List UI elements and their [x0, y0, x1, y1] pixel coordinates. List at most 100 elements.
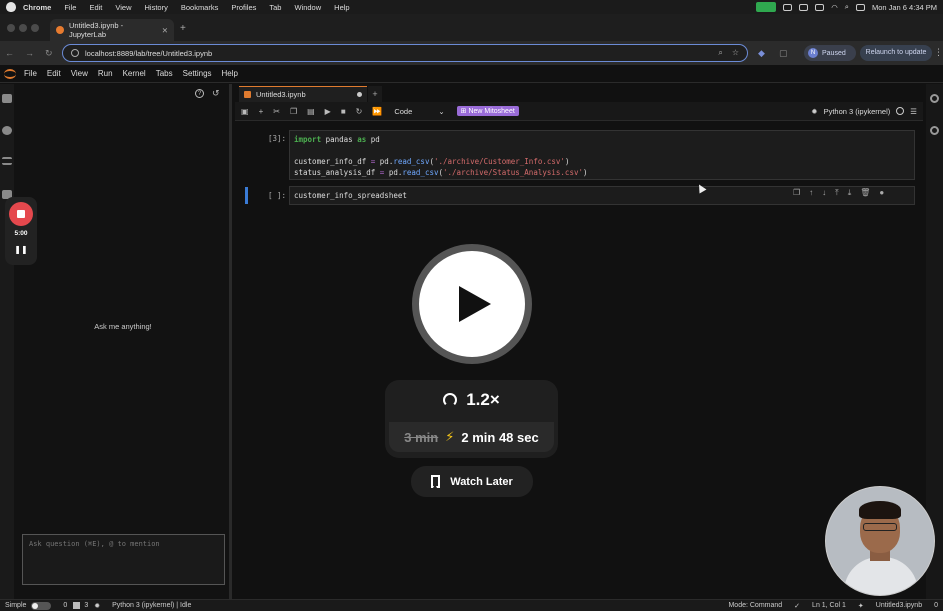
property-inspector-icon[interactable] — [930, 94, 939, 103]
forward-arrow-icon[interactable]: → — [25, 48, 34, 58]
lightbulb-icon[interactable]: ● — [879, 188, 884, 198]
address-bar[interactable]: localhost:8889/lab/tree/Untitled3.ipynb … — [62, 44, 748, 62]
unsaved-dot-icon[interactable] — [357, 92, 362, 97]
menubar-item-window[interactable]: Window — [294, 3, 321, 12]
kernel-count[interactable]: 3 — [84, 602, 88, 609]
jupyter-menu-run[interactable]: Run — [98, 69, 113, 78]
terminal-count[interactable]: 0 — [63, 602, 67, 609]
save-icon[interactable]: ▣ — [241, 107, 249, 116]
copy-icon[interactable]: ❐ — [290, 107, 297, 116]
playback-speed-card[interactable]: 1.2× 3 min ⚡ 2 min 48 sec — [385, 380, 558, 458]
jupyter-menu-help[interactable]: Help — [222, 69, 238, 78]
menubar-item-edit[interactable]: Edit — [89, 3, 102, 12]
help-icon[interactable]: ? — [195, 89, 204, 98]
browser-tab-jupyterlab[interactable]: Untitled3.ipynb - JupyterLab ✕ — [50, 19, 174, 41]
close-tab-icon[interactable]: ✕ — [162, 26, 168, 35]
menubar-clock[interactable]: Mon Jan 6 4:34 PM — [872, 3, 937, 12]
menubar-item-history[interactable]: History — [145, 3, 168, 12]
jupyter-menu-tabs[interactable]: Tabs — [156, 69, 173, 78]
kernel-name[interactable]: Python 3 (ipykernel) — [824, 107, 891, 116]
terminal-icon[interactable] — [73, 602, 81, 609]
apple-logo-icon[interactable] — [6, 2, 16, 12]
sparkle-icon[interactable]: ✦ — [858, 602, 864, 610]
delete-cell-icon[interactable]: 🗑 — [860, 188, 870, 198]
zoom-icon[interactable]: ⌕ — [718, 48, 722, 58]
cut-icon[interactable]: ✂ — [273, 107, 280, 116]
battery-icon[interactable] — [815, 3, 825, 11]
menubar-item-profiles[interactable]: Profiles — [231, 3, 256, 12]
jupyter-menu-file[interactable]: File — [24, 69, 37, 78]
add-cell-icon[interactable]: + — [259, 107, 264, 116]
extension-icon[interactable]: ◆ — [758, 48, 765, 59]
pause-recording-icon[interactable]: ❚❚ — [5, 245, 37, 254]
new-mitosheet-button[interactable]: ⊞ New Mitosheet — [456, 106, 519, 116]
toc-icon[interactable] — [2, 157, 12, 165]
menubar-item-view[interactable]: View — [115, 3, 131, 12]
running-icon[interactable] — [2, 126, 12, 135]
display-icon[interactable] — [799, 3, 809, 11]
history-icon[interactable]: ↺ — [212, 88, 220, 99]
jupyter-menu-edit[interactable]: Edit — [47, 69, 61, 78]
browser-menu-icon[interactable]: ⋮ — [934, 47, 943, 58]
webcam-bubble[interactable] — [825, 486, 935, 596]
cell-type-select[interactable]: Code ⌄ — [394, 107, 444, 116]
url-text[interactable]: localhost:8889/lab/tree/Untitled3.ipynb — [85, 49, 212, 58]
notebook-tab[interactable]: Untitled3.ipynb — [239, 86, 367, 102]
cursor-position[interactable]: Ln 1, Col 1 — [812, 602, 846, 609]
duplicate-cell-icon[interactable]: ❐ — [793, 188, 800, 198]
left-activity-bar — [0, 84, 14, 599]
move-down-icon[interactable]: ↓ — [822, 188, 826, 198]
run-all-icon[interactable]: ⏩ — [372, 107, 382, 116]
cell-toolbar: ❐ ↑ ↓ ⤒ ⤓ 🗑 ● — [793, 188, 884, 198]
code-cell[interactable]: import pandas as pd customer_info_df = p… — [289, 130, 915, 180]
menubar-item-tab[interactable]: Tab — [269, 3, 281, 12]
kernel-gear-status-icon[interactable]: ✹ — [94, 602, 100, 610]
back-arrow-icon[interactable]: ← — [5, 48, 14, 58]
watch-later-button[interactable]: Watch Later — [411, 466, 533, 497]
insert-above-icon[interactable]: ⤒ — [835, 188, 839, 198]
kernel-status-text[interactable]: Python 3 (ipykernel) | Idle — [112, 602, 191, 609]
stop-recording-button[interactable] — [9, 202, 33, 226]
window-zoom-icon[interactable] — [31, 24, 39, 32]
menubar-app-name[interactable]: Chrome — [23, 3, 51, 12]
jupyter-menu-settings[interactable]: Settings — [183, 69, 212, 78]
relaunch-button[interactable]: Relaunch to update — [860, 45, 932, 61]
hamburger-menu-icon[interactable]: ☰ — [910, 107, 917, 116]
wifi-icon[interactable]: ◠ — [831, 3, 838, 12]
menubar-item-bookmarks[interactable]: Bookmarks — [181, 3, 219, 12]
paste-icon[interactable]: ▤ — [307, 107, 315, 116]
profile-paused-button[interactable]: N Paused — [804, 45, 856, 61]
screen-recorder-widget: 5:00 ❚❚ — [5, 197, 37, 265]
run-icon[interactable]: ▶ — [325, 107, 331, 116]
jupyter-menu-view[interactable]: View — [71, 69, 88, 78]
interrupt-icon[interactable]: ■ — [341, 107, 346, 116]
window-close-icon[interactable] — [7, 24, 15, 32]
bookmark-star-icon[interactable]: ☆ — [732, 48, 739, 58]
notification-count[interactable]: 0 — [934, 602, 938, 609]
control-center-icon[interactable] — [855, 3, 865, 11]
camera-indicator-icon[interactable] — [756, 2, 777, 12]
folder-icon[interactable] — [2, 94, 12, 103]
menubar-item-help[interactable]: Help — [334, 3, 349, 12]
reload-icon[interactable]: ↻ — [45, 48, 53, 59]
trusted-icon[interactable]: ✓ — [794, 602, 800, 610]
search-icon[interactable]: ⌕ — [845, 2, 849, 12]
move-up-icon[interactable]: ↑ — [809, 188, 813, 198]
insert-below-icon[interactable]: ⤓ — [848, 188, 852, 198]
status-file-name: Untitled3.ipynb — [875, 602, 923, 609]
jupyter-menu-kernel[interactable]: Kernel — [123, 69, 146, 78]
window-minimize-icon[interactable] — [19, 24, 27, 32]
menubar-item-file[interactable]: File — [64, 3, 76, 12]
new-tab-icon[interactable]: + — [180, 23, 186, 34]
site-info-icon[interactable] — [71, 49, 79, 57]
kernel-gear-icon[interactable]: ✹ — [811, 107, 817, 116]
new-launcher-icon[interactable]: + — [368, 86, 382, 102]
simple-mode-toggle[interactable] — [31, 601, 52, 610]
restart-icon[interactable]: ↻ — [356, 107, 363, 116]
gear-icon[interactable] — [783, 3, 793, 11]
mito-label: New Mitosheet — [468, 108, 515, 115]
debugger-icon[interactable] — [930, 126, 939, 135]
puzzle-icon[interactable]: ▢ — [779, 48, 788, 59]
chat-input[interactable] — [22, 534, 225, 585]
